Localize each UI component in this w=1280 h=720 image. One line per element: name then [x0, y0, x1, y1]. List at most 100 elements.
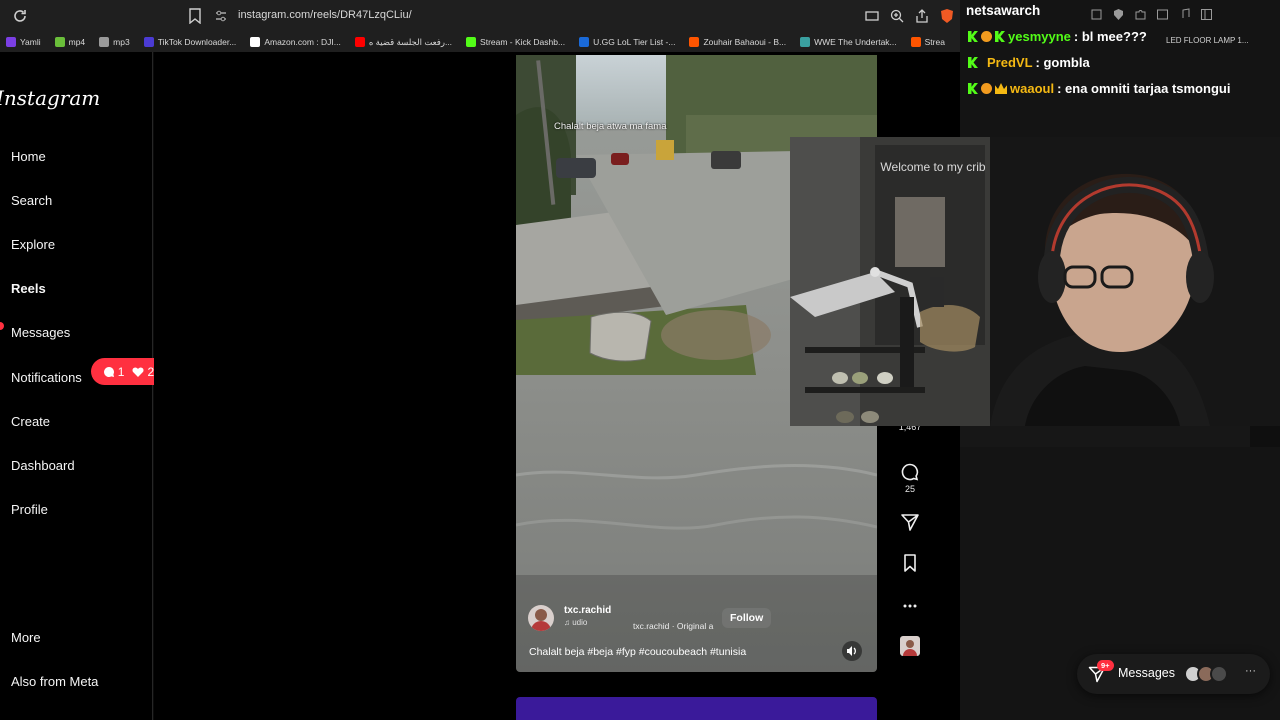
bookmark-item[interactable]: Strea: [910, 37, 945, 47]
chat-text: : gombla: [1035, 55, 1090, 70]
mute-button[interactable]: [842, 641, 862, 661]
nav-reels[interactable]: Reels: [11, 281, 46, 296]
chat-message: waaoul : ena omniti tarjaa tsmongui: [968, 81, 1230, 96]
bookmark-item[interactable]: Stream - Kick Dashb...: [466, 37, 565, 47]
bookmark-label: Zouhair Bahaoui - B...: [703, 37, 787, 47]
nav-explore[interactable]: Explore: [11, 237, 55, 252]
messages-unread-dot: [0, 322, 4, 330]
speaker-icon: [847, 646, 856, 656]
kick-badge-icon: [968, 31, 978, 42]
bookmark-favicon-icon: [579, 37, 590, 47]
bookmark-favicon-icon: [250, 37, 261, 47]
bookmark-item[interactable]: Amazon.com : DJI...: [250, 37, 341, 47]
reel-caption[interactable]: Chalalt beja #beja #fyp #coucoubeach #tu…: [529, 646, 746, 658]
nav-more[interactable]: More: [11, 630, 41, 645]
share-icon[interactable]: [914, 8, 930, 24]
reel-author[interactable]: txc.rachid ♫ udio: [528, 605, 611, 631]
bookmark-favicon-icon: [800, 37, 811, 47]
share-button[interactable]: [894, 512, 926, 532]
bookmark-item[interactable]: mp4: [54, 37, 86, 47]
bookmark-item[interactable]: رفعت الجلسة قضية ه...: [354, 37, 452, 48]
zoom-icon[interactable]: [889, 8, 905, 24]
puzzle-icon[interactable]: [1134, 8, 1147, 21]
bookmark-label: TikTok Downloader...: [157, 37, 237, 47]
nav-search[interactable]: Search: [11, 193, 52, 208]
reel-audio[interactable]: txc.rachid · Original a: [633, 621, 713, 631]
bookmark-label: Stream - Kick Dashb...: [480, 37, 566, 47]
bookmarks-bar: Yamli mp4 mp3 TikTok Downloader... Amazon.co…: [0, 32, 960, 52]
bookmark-item[interactable]: U.GG LoL Tier List -...: [579, 37, 675, 47]
bookmark-favicon-icon: [143, 37, 154, 47]
comment-button[interactable]: 25: [894, 462, 926, 494]
more-options-button[interactable]: [894, 596, 926, 616]
bookmark-favicon-icon: [99, 37, 110, 47]
bookmark-label: WWE The Undertak...: [814, 37, 897, 47]
bookmark-label: Amazon.com : DJI...: [264, 37, 341, 47]
send-icon: [901, 514, 919, 531]
stream-channel-name: netsawarch: [966, 3, 1041, 18]
audio-thumbnail[interactable]: [894, 636, 926, 656]
bookmark-favicon-icon: [54, 37, 65, 47]
chat-username: waaoul: [1010, 81, 1055, 96]
nav-create[interactable]: Create: [11, 414, 50, 429]
save-icon: [904, 554, 916, 572]
chat-text: : ena omniti tarjaa tsmongui: [1057, 81, 1231, 96]
messages-avatars: [1184, 665, 1228, 683]
comment-icon: [901, 463, 919, 481]
messages-button[interactable]: 9+ Messages ···: [1077, 654, 1270, 694]
bookmark-label: Yamli: [20, 37, 41, 47]
subscriber-badge-icon: [981, 31, 992, 42]
brave-shield-icon[interactable]: [939, 8, 955, 24]
bookmark-item[interactable]: Yamli: [6, 37, 41, 47]
nav-profile[interactable]: Profile: [11, 502, 48, 517]
nav-dashboard[interactable]: Dashboard: [11, 458, 75, 473]
chat-username: yesmyyne: [1008, 29, 1071, 44]
messages-label: Messages: [1118, 666, 1175, 680]
kick-badge-icon: [968, 83, 978, 94]
kick-badge-icon: [968, 57, 978, 68]
audio-avatar-icon: [900, 636, 920, 656]
bookmark-favicon-icon: [910, 37, 921, 47]
reel-audio-icon-text: udio: [572, 618, 588, 627]
music-icon[interactable]: [1178, 8, 1191, 21]
bookmark-icon[interactable]: [188, 8, 202, 25]
bookmark-label: mp4: [68, 37, 86, 47]
nav-home[interactable]: Home: [11, 149, 46, 164]
site-info-icon[interactable]: [214, 9, 228, 23]
next-reel-preview[interactable]: [516, 697, 877, 720]
window-icon[interactable]: [1156, 8, 1169, 21]
nav-messages[interactable]: Messages: [11, 325, 70, 340]
cast-icon[interactable]: [864, 8, 880, 24]
sidebar-icon[interactable]: [1200, 8, 1213, 21]
webcam-feed: Welcome to my crib: [790, 137, 1280, 426]
chat-username: PredVL: [987, 55, 1033, 70]
comment-icon: [103, 366, 114, 377]
reel-overlay-text: Chalalt beja atwa ma fama: [554, 121, 667, 132]
reel-author-avatar[interactable]: [528, 605, 554, 631]
reel-author-username[interactable]: txc.rachid: [564, 605, 611, 616]
messages-more[interactable]: ···: [1245, 665, 1256, 677]
reload-icon[interactable]: [12, 8, 28, 24]
bookmark-label: U.GG LoL Tier List -...: [593, 37, 676, 47]
extension-icon[interactable]: [1090, 8, 1103, 21]
follow-button[interactable]: Follow: [722, 608, 772, 628]
save-button[interactable]: [894, 553, 926, 573]
heart-icon: [132, 366, 145, 377]
notif-comments-count: 1: [117, 364, 125, 379]
instagram-logo[interactable]: Instagram: [0, 86, 100, 110]
bookmark-favicon-icon: [689, 37, 700, 47]
bookmark-item[interactable]: Zouhair Bahaoui - B...: [689, 37, 786, 47]
shield-icon[interactable]: [1112, 8, 1125, 21]
bookmark-favicon-icon: [6, 37, 16, 47]
bookmark-item[interactable]: mp3: [99, 37, 130, 47]
chat-message: yesmyyne : bl mee???: [968, 29, 1147, 44]
bookmark-item[interactable]: WWE The Undertak...: [800, 37, 897, 47]
address-bar[interactable]: instagram.com/reels/DR47LzqCLiu/: [238, 9, 412, 21]
ellipsis-icon: [903, 604, 917, 608]
bookmark-item[interactable]: TikTok Downloader...: [143, 37, 237, 47]
messages-badge: 9+: [1097, 660, 1114, 671]
instagram-sidebar: Instagram Home Search Explore Reels Mess…: [0, 52, 209, 720]
nav-notifications[interactable]: Notifications: [11, 370, 82, 385]
bookmark-label: Strea: [924, 37, 945, 47]
nav-also-from-meta[interactable]: Also from Meta: [11, 674, 98, 689]
